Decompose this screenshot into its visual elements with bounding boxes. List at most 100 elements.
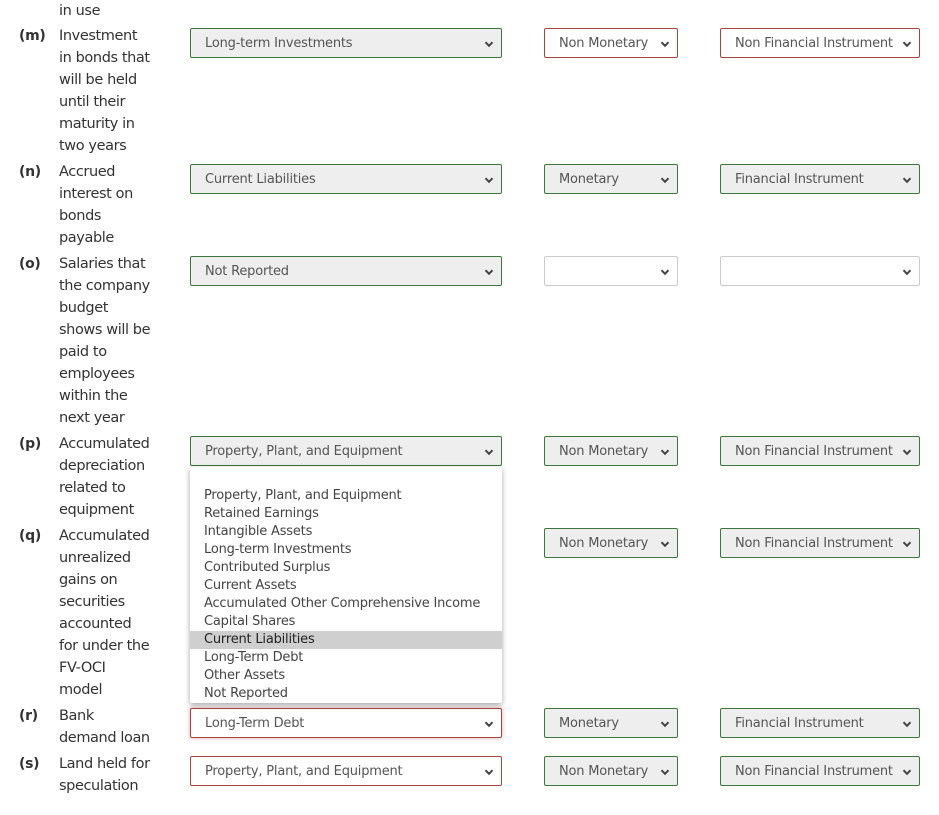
- chevron-down-icon: [902, 174, 912, 184]
- category-select[interactable]: Not Reported: [190, 256, 502, 286]
- chevron-down-icon: [660, 766, 670, 776]
- dropdown-option[interactable]: Other Assets: [190, 667, 502, 685]
- category-select[interactable]: Property, Plant, and Equipment: [190, 756, 502, 786]
- monetary-select[interactable]: Non Monetary: [544, 756, 678, 786]
- description-line: Accumulated: [59, 528, 150, 544]
- description-line: budget: [59, 300, 109, 316]
- category-select-value: Long-Term Debt: [205, 715, 305, 731]
- financial-instrument-select-value: Financial Instrument: [735, 715, 864, 731]
- item-letter: (s): [19, 756, 40, 772]
- chevron-down-icon: [660, 38, 670, 48]
- item-description: Investment in bonds that will be held until…: [59, 25, 159, 157]
- description-line: will be held: [59, 72, 137, 88]
- financial-instrument-select-value: Non Financial Instrument: [735, 763, 893, 779]
- description-line: next year: [59, 410, 125, 426]
- description-line: bonds: [59, 208, 102, 224]
- description-line: until their: [59, 94, 126, 110]
- financial-instrument-select[interactable]: Non Financial Instrument: [720, 28, 920, 58]
- dropdown-option[interactable]: Intangible Assets: [190, 523, 502, 541]
- chevron-down-icon: [484, 38, 494, 48]
- description-line: depreciation: [59, 458, 145, 474]
- description-line: related to: [59, 480, 126, 496]
- chevron-down-icon: [902, 538, 912, 548]
- financial-instrument-select[interactable]: Non Financial Instrument: [720, 756, 920, 786]
- description-line: accounted: [59, 616, 132, 632]
- category-select-value: Property, Plant, and Equipment: [205, 443, 403, 459]
- description-line: Bank: [59, 708, 94, 724]
- chevron-down-icon: [660, 174, 670, 184]
- financial-instrument-select-value: Financial Instrument: [735, 171, 864, 187]
- description-line: model: [59, 682, 103, 698]
- monetary-select[interactable]: Monetary: [544, 708, 678, 738]
- category-select[interactable]: Property, Plant, and Equipment: [190, 436, 502, 466]
- chevron-down-icon: [484, 174, 494, 184]
- description-line: shows will be: [59, 322, 151, 338]
- description-line: the company: [59, 278, 150, 294]
- category-dropdown-list[interactable]: Property, Plant, and Equipment Retained E…: [190, 467, 502, 703]
- dropdown-option[interactable]: Capital Shares: [190, 613, 502, 631]
- chevron-down-icon: [902, 766, 912, 776]
- item-letter: (p): [19, 436, 41, 452]
- dropdown-option[interactable]: Long-Term Debt: [190, 649, 502, 667]
- financial-instrument-select[interactable]: Non Financial Instrument: [720, 528, 920, 558]
- item-letter: (q): [19, 528, 41, 544]
- financial-instrument-select-value: Non Financial Instrument: [735, 535, 893, 551]
- description-line: Investment: [59, 28, 138, 44]
- dropdown-option[interactable]: Current Liabilities: [190, 631, 502, 649]
- description-line: securities: [59, 594, 125, 610]
- dropdown-option[interactable]: Property, Plant, and Equipment: [190, 487, 502, 505]
- description-line: Salaries that: [59, 256, 146, 272]
- financial-instrument-select[interactable]: [720, 256, 920, 286]
- monetary-select[interactable]: [544, 256, 678, 286]
- chevron-down-icon: [484, 266, 494, 276]
- chevron-down-icon: [484, 446, 494, 456]
- description-line: Land held for: [59, 756, 150, 772]
- financial-instrument-select[interactable]: Financial Instrument: [720, 164, 920, 194]
- chevron-down-icon: [902, 266, 912, 276]
- description-line: gains on: [59, 572, 118, 588]
- top-fragment: in use: [59, 3, 101, 19]
- item-letter: (m): [19, 28, 46, 44]
- monetary-select[interactable]: Non Monetary: [544, 528, 678, 558]
- item-description: Accrued interest on bonds payable: [59, 161, 159, 249]
- item-description: Salaries that the company budget shows will…: [59, 253, 159, 429]
- description-line: demand loan: [59, 730, 150, 746]
- chevron-down-icon: [902, 446, 912, 456]
- description-line: maturity in: [59, 116, 135, 132]
- chevron-down-icon: [660, 266, 670, 276]
- dropdown-option[interactable]: Not Reported: [190, 685, 502, 703]
- monetary-select[interactable]: Non Monetary: [544, 28, 678, 58]
- financial-instrument-select-value: Non Financial Instrument: [735, 35, 893, 51]
- description-line: employees: [59, 366, 135, 382]
- description-line: within the: [59, 388, 128, 404]
- description-line: two years: [59, 138, 127, 154]
- category-select-value: Long-term Investments: [205, 35, 353, 51]
- description-line: unrealized: [59, 550, 131, 566]
- monetary-select[interactable]: Non Monetary: [544, 436, 678, 466]
- description-line: Accrued: [59, 164, 116, 180]
- description-line: FV-OCI: [59, 660, 106, 676]
- item-letter: (o): [19, 256, 41, 272]
- item-description: Land held for speculation: [59, 753, 159, 797]
- chevron-down-icon: [484, 766, 494, 776]
- category-select[interactable]: Long-term Investments: [190, 28, 502, 58]
- description-line: equipment: [59, 502, 134, 518]
- description-line: speculation: [59, 778, 139, 794]
- monetary-select[interactable]: Monetary: [544, 164, 678, 194]
- category-select[interactable]: Current Liabilities: [190, 164, 502, 194]
- item-description: Bank demand loan: [59, 705, 159, 749]
- item-description: Accumulated depreciation related to equipme…: [59, 433, 159, 521]
- category-select-value: Not Reported: [205, 263, 289, 279]
- financial-instrument-select[interactable]: Financial Instrument: [720, 708, 920, 738]
- chevron-down-icon: [902, 718, 912, 728]
- description-line: interest on: [59, 186, 133, 202]
- description-line: for under the: [59, 638, 150, 654]
- dropdown-option[interactable]: Long-term Investments: [190, 541, 502, 559]
- dropdown-option[interactable]: Current Assets: [190, 577, 502, 595]
- category-select[interactable]: Long-Term Debt: [190, 708, 502, 738]
- dropdown-option[interactable]: Accumulated Other Comprehensive Income: [190, 595, 502, 613]
- financial-instrument-select[interactable]: Non Financial Instrument: [720, 436, 920, 466]
- chevron-down-icon: [902, 38, 912, 48]
- dropdown-option[interactable]: Contributed Surplus: [190, 559, 502, 577]
- dropdown-option[interactable]: Retained Earnings: [190, 505, 502, 523]
